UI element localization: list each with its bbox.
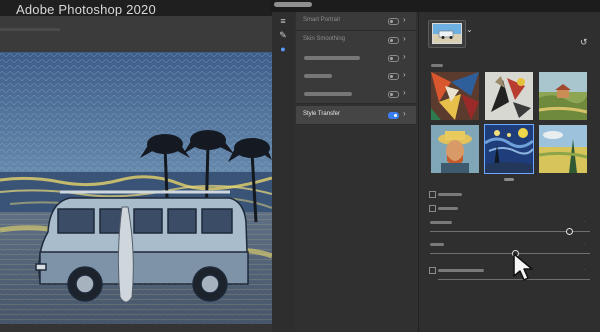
chevron-right-icon[interactable]: › [403,109,406,118]
toggle-knob [390,39,393,42]
filter-toggle[interactable] [388,55,399,62]
canvas-ruler [0,28,60,31]
section-label [431,64,443,67]
slider-track-2[interactable] [430,253,590,254]
style-thumb-landscape[interactable] [538,71,588,121]
filter-toggle[interactable] [388,18,399,25]
style-thumb-starry-night[interactable] [484,124,534,174]
style-thumb-self-portrait[interactable] [430,124,480,174]
brush-icon[interactable]: ✎ [278,30,288,40]
panel-icon-strip [272,12,295,332]
slider-label-1 [430,221,452,224]
option-label-2 [438,207,458,210]
mouse-cursor-icon [512,252,534,287]
filter-list-icon[interactable]: ≡ [278,16,288,26]
chevron-right-icon[interactable]: › [403,15,406,24]
neural-filters-icon[interactable]: ● [278,44,288,54]
slider-thumb-1[interactable] [566,228,573,235]
filter-label: Smart Portrait [303,17,341,23]
option-checkbox-1[interactable] [429,191,436,198]
filter-toggle[interactable] [388,112,399,119]
option-checkbox-3[interactable] [429,267,436,274]
filter-toggle[interactable] [388,91,399,98]
toggle-knob [394,114,397,117]
drag-handle[interactable] [504,178,514,181]
option-checkbox-2[interactable] [429,205,436,212]
van [35,190,249,302]
artwork-image [0,52,272,324]
filter-label: Style Transfer [303,111,341,117]
filter-row-4[interactable]: › [296,67,416,86]
panel-header [270,0,600,12]
slider-value-2: · [584,241,586,247]
filter-row-3[interactable]: › [296,49,416,68]
slider-label-2 [430,243,444,246]
filter-label-placeholder [304,74,332,78]
chevron-right-icon[interactable]: › [403,52,406,61]
filter-row-1[interactable]: Smart Portrait › [296,12,416,31]
document-canvas[interactable] [0,52,272,324]
style-thumb-wheat-field[interactable] [538,124,588,174]
toggle-knob [390,93,393,96]
slider-label-3 [438,269,484,272]
chevron-right-icon[interactable]: › [403,34,406,43]
filter-label: Skin Smoothing [303,36,346,42]
filter-toggle[interactable] [388,37,399,44]
canvas-toolbar [0,16,272,52]
toggle-knob [390,75,393,78]
app-title: Adobe Photoshop 2020 [16,2,156,17]
filter-row-5[interactable]: › [296,85,416,104]
toggle-knob [390,20,393,23]
style-thumb-cubist[interactable] [430,71,480,121]
reference-thumbnail [432,23,462,44]
status-bar [0,324,272,332]
panel-tab[interactable] [274,2,312,7]
filter-row-6[interactable]: Style Transfer › [296,106,416,125]
filter-toggle[interactable] [388,73,399,80]
option-label-1 [438,193,462,196]
reset-icon[interactable]: ↺ [580,37,588,48]
slider-value-1: · [584,219,586,225]
style-thumb-abstract[interactable] [484,71,534,121]
filter-row-2[interactable]: Skin Smoothing › [296,31,416,50]
chevron-right-icon[interactable]: › [403,88,406,97]
filter-label-placeholder [304,92,352,96]
slider-value-3: · [584,267,586,273]
chevron-down-icon[interactable]: ⌄ [466,25,473,34]
toggle-knob [390,57,393,60]
chevron-right-icon[interactable]: › [403,70,406,79]
filter-label-placeholder [304,56,360,60]
